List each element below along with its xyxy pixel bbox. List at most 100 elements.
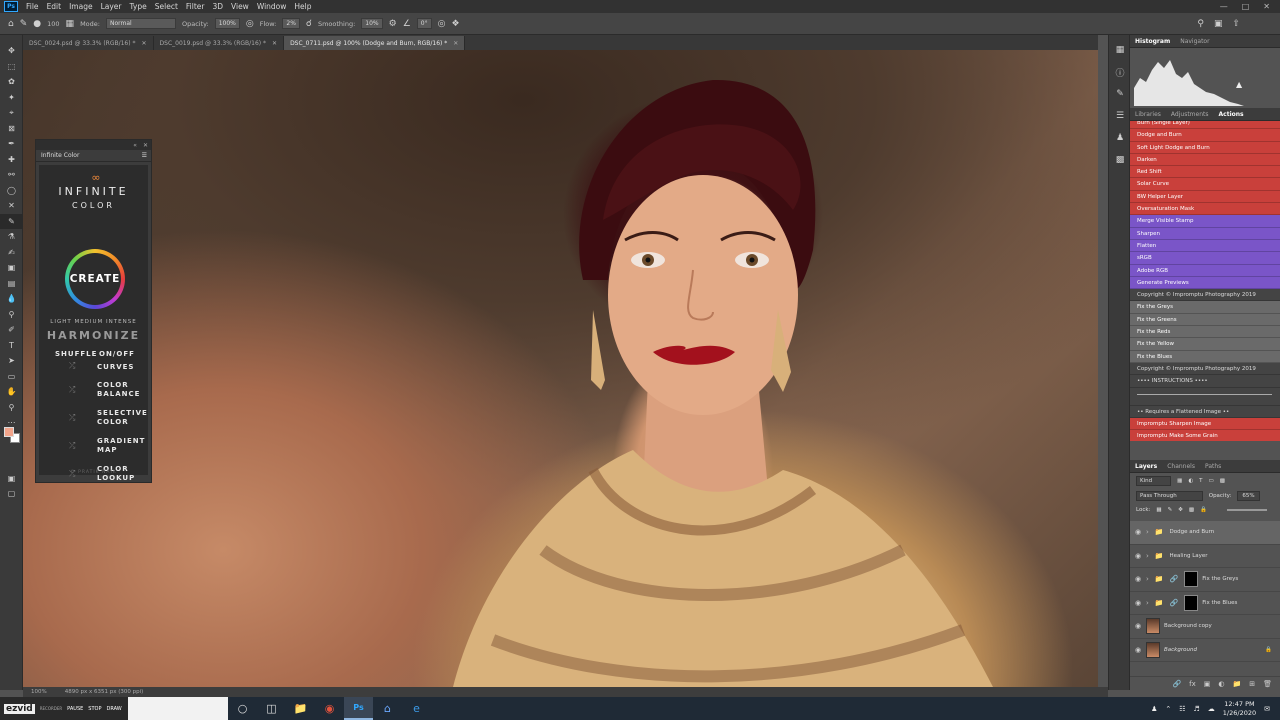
gear-icon[interactable]: ⚙ [389, 19, 397, 29]
expand-chevron-icon[interactable]: › [1146, 599, 1149, 607]
filter-pixel-icon[interactable]: ▦ [1177, 478, 1182, 484]
character-icon[interactable]: ♟ [1109, 127, 1131, 149]
ezvid-stop-button[interactable]: STOP [88, 706, 101, 712]
clone-stamp-tool-icon[interactable]: ⚗ [0, 229, 23, 245]
history-brush-tool-icon[interactable]: ✍ [0, 245, 23, 261]
action-item[interactable]: Fix the Greens [1130, 313, 1280, 327]
menu-edit[interactable]: Edit [43, 2, 66, 11]
menu-window[interactable]: Window [253, 2, 291, 11]
close-icon[interactable]: ✕ [1263, 2, 1270, 11]
action-item[interactable]: Impromptu Make Some Grain [1130, 430, 1280, 441]
tab-dsc-0019[interactable]: DSC_0019.psd @ 33.3% (RGB/16) * ✕ [154, 36, 285, 50]
collapse-icon[interactable]: « [133, 142, 137, 149]
add-mask-icon[interactable]: ▣ [1204, 680, 1211, 688]
menu-type[interactable]: Type [126, 2, 151, 11]
expand-chevron-icon[interactable]: › [1146, 552, 1149, 560]
file-explorer-icon[interactable]: 📁 [286, 697, 315, 720]
blur-tool-icon[interactable]: 💧 [0, 291, 23, 307]
edge-icon[interactable]: e [402, 697, 431, 720]
action-item[interactable]: Darken [1130, 153, 1280, 167]
visibility-eye-icon[interactable]: ◉ [1130, 552, 1146, 560]
type-tool-icon[interactable]: T [0, 338, 23, 354]
menu-view[interactable]: View [227, 2, 253, 11]
close-tab-icon[interactable]: ✕ [272, 40, 277, 47]
chrome-icon[interactable]: ◉ [315, 697, 344, 720]
create-button[interactable]: CREATE [65, 249, 125, 309]
home-app-icon[interactable]: ⌂ [373, 697, 402, 720]
tab-actions[interactable]: Actions [1219, 111, 1244, 118]
menu-3d[interactable]: 3D [208, 2, 227, 11]
maximize-icon[interactable]: □ [1242, 2, 1250, 11]
gradient-tool-icon[interactable]: ▤ [0, 276, 23, 292]
action-item[interactable]: •• Requires a Flattened Image •• [1130, 405, 1280, 419]
menu-select[interactable]: Select [151, 2, 182, 11]
info-icon[interactable]: ⓘ [1109, 61, 1131, 83]
tab-histogram[interactable]: Histogram [1135, 38, 1170, 45]
fx-icon[interactable]: fx [1189, 680, 1196, 688]
airbrush-icon[interactable]: ☌ [306, 19, 312, 29]
action-item[interactable]: sRGB [1130, 252, 1280, 265]
crop-tool-icon[interactable]: ⌖ [0, 105, 23, 121]
action-item[interactable]: Dodge and Burn [1130, 129, 1280, 142]
action-item[interactable]: Generate Previews [1130, 276, 1280, 290]
curves-toggle[interactable]: CURVES [97, 363, 134, 372]
dodge-tool-icon[interactable]: ⚲ [0, 307, 23, 323]
tray-chevron-icon[interactable]: ⌃ [1165, 705, 1171, 713]
lock-position-icon[interactable]: ✥ [1178, 507, 1183, 513]
filter-smart-icon[interactable]: ▩ [1220, 478, 1225, 484]
shape-tool-icon[interactable]: ▭ [0, 369, 23, 385]
menu-help[interactable]: Help [290, 2, 315, 11]
clone-source-icon[interactable]: ▩ [1109, 149, 1131, 171]
people-icon[interactable]: ♟ [1151, 705, 1157, 713]
harmonize-button[interactable]: HARMONIZE [39, 329, 148, 342]
visibility-eye-icon[interactable]: ◉ [1130, 575, 1146, 583]
symmetry-icon[interactable]: ❖ [451, 19, 459, 29]
close-tab-icon[interactable]: ✕ [453, 40, 458, 47]
lock-artboard-icon[interactable]: ▩ [1189, 507, 1194, 513]
shuffle-selective-color-icon[interactable]: ⤮ [69, 413, 75, 423]
tab-adjustments[interactable]: Adjustments [1171, 111, 1209, 118]
shuffle-gradient-map-icon[interactable]: ⤮ [69, 441, 75, 451]
opacity-field[interactable]: 100% [214, 18, 240, 29]
ezvid-pause-button[interactable]: PAUSE [67, 706, 83, 712]
menu-image[interactable]: Image [65, 2, 97, 11]
adjustment-layer-icon[interactable]: ◐ [1218, 680, 1224, 688]
color-balance-toggle[interactable]: COLOR BALANCE [97, 381, 140, 399]
menu-layer[interactable]: Layer [97, 2, 126, 11]
document-info[interactable]: 4890 px x 6351 px (300 ppi) [65, 689, 144, 695]
task-view-icon[interactable]: ◫ [257, 697, 286, 720]
gradient-map-toggle[interactable]: GRADIENT MAP [97, 437, 145, 455]
kind-filter[interactable]: Kind [1136, 476, 1172, 486]
properties-icon[interactable]: ▦ [1109, 39, 1131, 61]
brush-tool-icon[interactable]: ✎ [0, 213, 23, 229]
patch-tool-icon[interactable]: ◯ [0, 183, 23, 199]
tab-channels[interactable]: Channels [1167, 463, 1195, 470]
angle-field[interactable]: 0° [416, 18, 432, 29]
frame-tool-icon[interactable]: ⊠ [0, 121, 23, 137]
layer-opacity-field[interactable]: 65% [1237, 491, 1260, 501]
mode-select[interactable]: Normal [105, 18, 176, 29]
layer-row[interactable]: ◉ › 📁 🔗 Fix the Blues [1130, 592, 1280, 615]
menu-filter[interactable]: Filter [182, 2, 209, 11]
visibility-eye-icon[interactable]: ◉ [1130, 599, 1146, 607]
healing-tool-icon[interactable]: ✚ [0, 152, 23, 168]
shuffle-curves-icon[interactable]: ⤮ [69, 361, 75, 371]
expand-chevron-icon[interactable]: › [1146, 575, 1149, 583]
layer-row[interactable]: ◉ › 📁 Healing Layer [1130, 545, 1280, 568]
action-item[interactable]: Solar Curve [1130, 178, 1280, 191]
home-icon[interactable]: ⌂ [8, 19, 14, 29]
visibility-eye-icon[interactable]: ◉ [1130, 622, 1146, 630]
foreground-color-swatch[interactable] [4, 427, 14, 437]
flow-field[interactable]: 2% [282, 18, 300, 29]
action-item[interactable]: Copyright © Impromptu Photography 2019 [1130, 362, 1280, 376]
action-item[interactable]: Fix the Greys [1130, 301, 1280, 314]
visibility-eye-icon[interactable]: ◉ [1130, 646, 1146, 654]
close-tab-icon[interactable]: ✕ [142, 40, 147, 47]
volume-icon[interactable]: ♬ [1194, 705, 1200, 713]
ezvid-draw-button[interactable]: DRAW [106, 706, 121, 712]
pressure-size-icon[interactable]: ◎ [438, 19, 446, 29]
tab-navigator[interactable]: Navigator [1180, 38, 1209, 45]
action-item[interactable]: Merge Visible Stamp [1130, 215, 1280, 228]
quick-select-tool-icon[interactable]: ✦ [0, 90, 23, 106]
filter-shape-icon[interactable]: ▭ [1209, 478, 1214, 484]
